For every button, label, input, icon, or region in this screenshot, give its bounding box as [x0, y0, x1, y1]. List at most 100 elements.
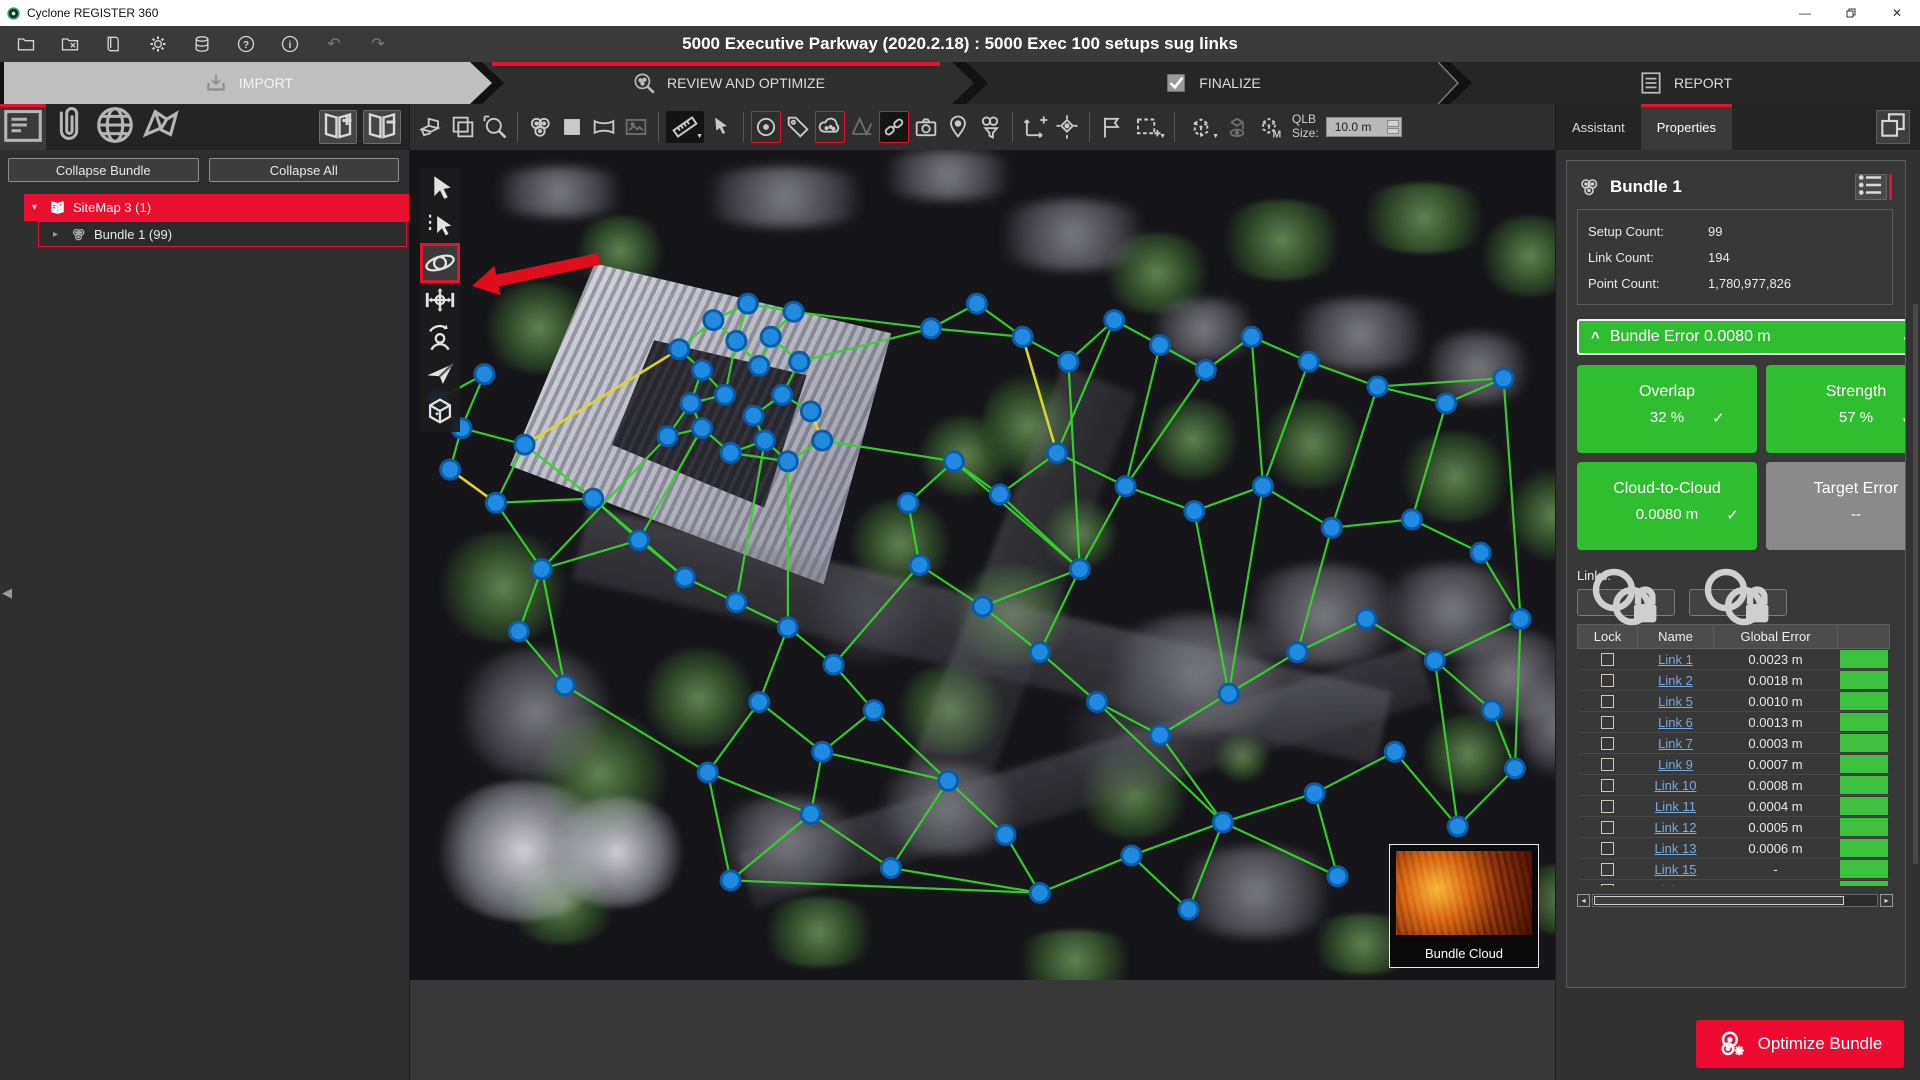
- ortho-view-toggle[interactable]: [557, 111, 587, 143]
- selection-mode-tool[interactable]: ▼: [1129, 111, 1167, 143]
- lock-checkbox[interactable]: [1601, 758, 1614, 771]
- lock-checkbox[interactable]: [1601, 716, 1614, 729]
- lock-checkbox[interactable]: [1601, 695, 1614, 708]
- open-project-icon[interactable]: [16, 34, 36, 54]
- look-around-tool[interactable]: [423, 320, 457, 354]
- lock-checkbox[interactable]: [1601, 821, 1614, 834]
- zoom-window-tool[interactable]: [480, 111, 510, 143]
- scroll-right-arrow[interactable]: ▸: [1880, 894, 1893, 907]
- link-table-row[interactable]: Link 6 0.0013 m: [1578, 712, 1890, 733]
- tab-properties[interactable]: Properties: [1641, 104, 1732, 150]
- settings-gear-icon[interactable]: [148, 34, 168, 54]
- show-images-toggle[interactable]: [911, 111, 941, 143]
- lock-checkbox[interactable]: [1601, 800, 1614, 813]
- link-name[interactable]: Link 9: [1658, 757, 1693, 772]
- link-table-row[interactable]: Link 13 0.0006 m: [1578, 838, 1890, 859]
- fit-view-tool[interactable]: [448, 111, 478, 143]
- point-cloud-viewport[interactable]: Bundle Cloud: [410, 150, 1555, 980]
- link-name[interactable]: Link 2: [1658, 673, 1693, 688]
- show-mesh-toggle[interactable]: [847, 111, 877, 143]
- show-clouds-toggle[interactable]: [815, 111, 845, 143]
- link-table-row[interactable]: Link 5 0.0010 m: [1578, 691, 1890, 712]
- pick-point-tool[interactable]: [706, 111, 736, 143]
- caret-right-icon[interactable]: ▸: [53, 229, 63, 240]
- unlock-all-links-button[interactable]: [1689, 589, 1787, 616]
- restore-button[interactable]: [1828, 0, 1874, 26]
- tab-finalize[interactable]: FINALIZE: [966, 62, 1458, 104]
- tab-project-tree[interactable]: [0, 104, 46, 150]
- link-name[interactable]: Link 15: [1655, 862, 1697, 877]
- show-geotags-toggle[interactable]: [943, 111, 973, 143]
- lock-checkbox[interactable]: [1601, 653, 1614, 666]
- close-project-icon[interactable]: [60, 34, 80, 54]
- limit-box-manager-tool[interactable]: M: [1254, 111, 1284, 143]
- tab-review-and-optimize[interactable]: REVIEW AND OPTIMIZE: [482, 62, 974, 104]
- link-table-row[interactable]: Link 10 0.0008 m: [1578, 775, 1890, 796]
- measure-tool[interactable]: ▼: [666, 111, 704, 143]
- qlb-size-stepper[interactable]: [1387, 120, 1399, 134]
- panel-vscrollbar[interactable]: [1913, 304, 1918, 864]
- multi-select-tool[interactable]: [423, 209, 457, 243]
- limit-box-view-tool[interactable]: [1222, 111, 1252, 143]
- lock-checkbox[interactable]: [1601, 863, 1614, 876]
- help-icon[interactable]: ?: [236, 34, 256, 54]
- visual-alignment-tool[interactable]: [1097, 111, 1127, 143]
- caret-down-icon[interactable]: ▾: [32, 202, 42, 213]
- tab-import[interactable]: IMPORT: [4, 62, 492, 104]
- collapse-bundle-button[interactable]: Collapse Bundle: [8, 158, 199, 182]
- tab-report[interactable]: REPORT: [1450, 62, 1920, 104]
- link-name[interactable]: Link 12: [1655, 820, 1697, 835]
- minimize-button[interactable]: —: [1782, 0, 1828, 26]
- image-view-toggle[interactable]: [621, 111, 651, 143]
- import-data-icon[interactable]: [104, 34, 124, 54]
- remove-sitemap-button[interactable]: [363, 110, 401, 144]
- link-name[interactable]: Link 13: [1655, 841, 1697, 856]
- link-name[interactable]: Link 6: [1658, 715, 1693, 730]
- tab-assistant[interactable]: Assistant: [1556, 104, 1641, 150]
- lock-checkbox[interactable]: [1601, 842, 1614, 855]
- bundle-cloud-thumbnail[interactable]: Bundle Cloud: [1389, 844, 1539, 968]
- redo-icon[interactable]: ↷: [368, 34, 388, 54]
- link-name[interactable]: Link 10: [1655, 778, 1697, 793]
- bundle-list-button[interactable]: [1855, 174, 1887, 200]
- scroll-left-arrow[interactable]: ◂: [1577, 894, 1590, 907]
- links-table-hscrollbar[interactable]: ◂ ▸: [1577, 894, 1893, 907]
- bundle-view-toggle[interactable]: [525, 111, 555, 143]
- storage-icon[interactable]: [192, 34, 212, 54]
- tab-geo[interactable]: [92, 104, 138, 150]
- qlb-size-input[interactable]: 10.0 m: [1326, 117, 1402, 137]
- collapse-all-button[interactable]: Collapse All: [209, 158, 400, 182]
- show-targets-toggle[interactable]: [751, 111, 781, 143]
- link-name[interactable]: Link 11: [1655, 799, 1696, 814]
- link-name[interactable]: Link 7: [1658, 736, 1693, 751]
- fly-tool[interactable]: [423, 357, 457, 391]
- link-name[interactable]: Link 5: [1658, 694, 1693, 709]
- lock-checkbox[interactable]: [1601, 779, 1614, 792]
- tree-item-sitemap[interactable]: ▾ SiteMap 3 (1): [24, 194, 409, 221]
- link-table-row[interactable]: Link 15 -: [1578, 859, 1890, 880]
- link-table-row[interactable]: Link 20 0.0006 m: [1578, 880, 1890, 887]
- show-labels-toggle[interactable]: [783, 111, 813, 143]
- add-coordinate-tool[interactable]: [1020, 111, 1050, 143]
- setups-filter-toggle[interactable]: [975, 111, 1005, 143]
- orbit-tool[interactable]: [423, 246, 457, 280]
- tab-attachments[interactable]: [46, 104, 92, 150]
- select-tool[interactable]: [423, 172, 457, 206]
- tree-item-bundle[interactable]: ▸ Bundle 1 (99): [38, 221, 407, 247]
- link-table-row[interactable]: Link 12 0.0005 m: [1578, 817, 1890, 838]
- link-name[interactable]: Link 20: [1655, 883, 1697, 887]
- show-links-toggle[interactable]: [879, 111, 909, 143]
- link-table-row[interactable]: Link 9 0.0007 m: [1578, 754, 1890, 775]
- link-table-row[interactable]: Link 7 0.0003 m: [1578, 733, 1890, 754]
- link-table-row[interactable]: Link 2 0.0018 m: [1578, 670, 1890, 691]
- pivot-cube-tool[interactable]: [423, 394, 457, 428]
- close-button[interactable]: ✕: [1874, 0, 1920, 26]
- panel-collapse-arrow[interactable]: ◀: [2, 585, 12, 601]
- lock-checkbox[interactable]: [1601, 674, 1614, 687]
- bundle-error-banner[interactable]: ^ Bundle Error 0.0080 m ✓: [1577, 319, 1906, 355]
- collapse-caret[interactable]: ^: [1591, 329, 1600, 346]
- undo-icon[interactable]: ↶: [324, 34, 344, 54]
- add-sitemap-button[interactable]: [319, 110, 357, 144]
- link-name[interactable]: Link 1: [1658, 652, 1693, 667]
- panorama-view-toggle[interactable]: [589, 111, 619, 143]
